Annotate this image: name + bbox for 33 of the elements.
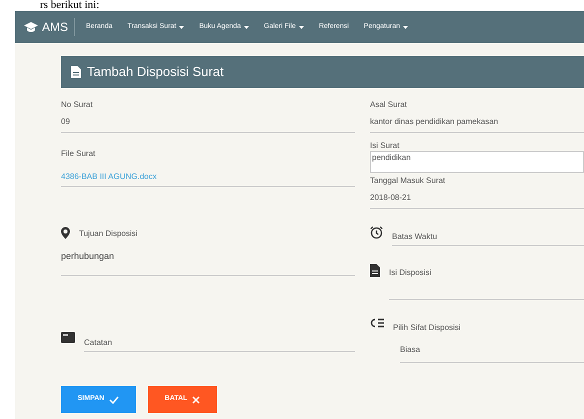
field-label: Tanggal Masuk Surat [370, 176, 446, 186]
field-value[interactable]: 2018-08-21 [370, 193, 584, 203]
brand-name[interactable]: AMS [42, 18, 68, 36]
panel-title: Tambah Disposisi Surat [87, 63, 224, 82]
field-value[interactable]: kantor dinas pendidikan pamekasan [370, 117, 584, 127]
input-field[interactable]: Batas Waktu [392, 226, 584, 246]
input-field[interactable]: Catatan [84, 332, 355, 352]
file-link[interactable]: 4386-BAB III AGUNG.docx [61, 172, 355, 182]
field-label: Pilih Sifat Disposisi [393, 323, 461, 333]
field-value[interactable]: perhubungan [61, 251, 355, 261]
close-icon [192, 396, 200, 404]
select-field[interactable]: Biasa [400, 342, 584, 363]
card-icon [61, 332, 75, 343]
document-caption: rs berikut ini: [39, 0, 100, 11]
field-label: Tujuan Disposisi [79, 229, 138, 239]
caret-icon [244, 26, 249, 28]
field-label: No Surat [61, 100, 94, 110]
location-pin-icon [61, 227, 70, 239]
field-value[interactable]: 09 [61, 117, 355, 127]
graduation-cap-icon [24, 22, 38, 32]
document-icon [71, 66, 81, 78]
caret-icon [179, 26, 184, 28]
document-icon [370, 264, 380, 277]
caret-icon [402, 26, 408, 28]
text-area[interactable]: Isi Disposisi [389, 264, 584, 300]
field-label: File Surat [61, 149, 96, 159]
field-label: Isi Surat [370, 141, 400, 151]
alarm-clock-icon [370, 226, 383, 239]
field-label: Asal Surat [370, 100, 408, 110]
check-icon [109, 396, 120, 404]
list-icon [370, 318, 384, 328]
text-area[interactable]: pendidikan [370, 151, 584, 173]
caret-icon [298, 26, 304, 28]
